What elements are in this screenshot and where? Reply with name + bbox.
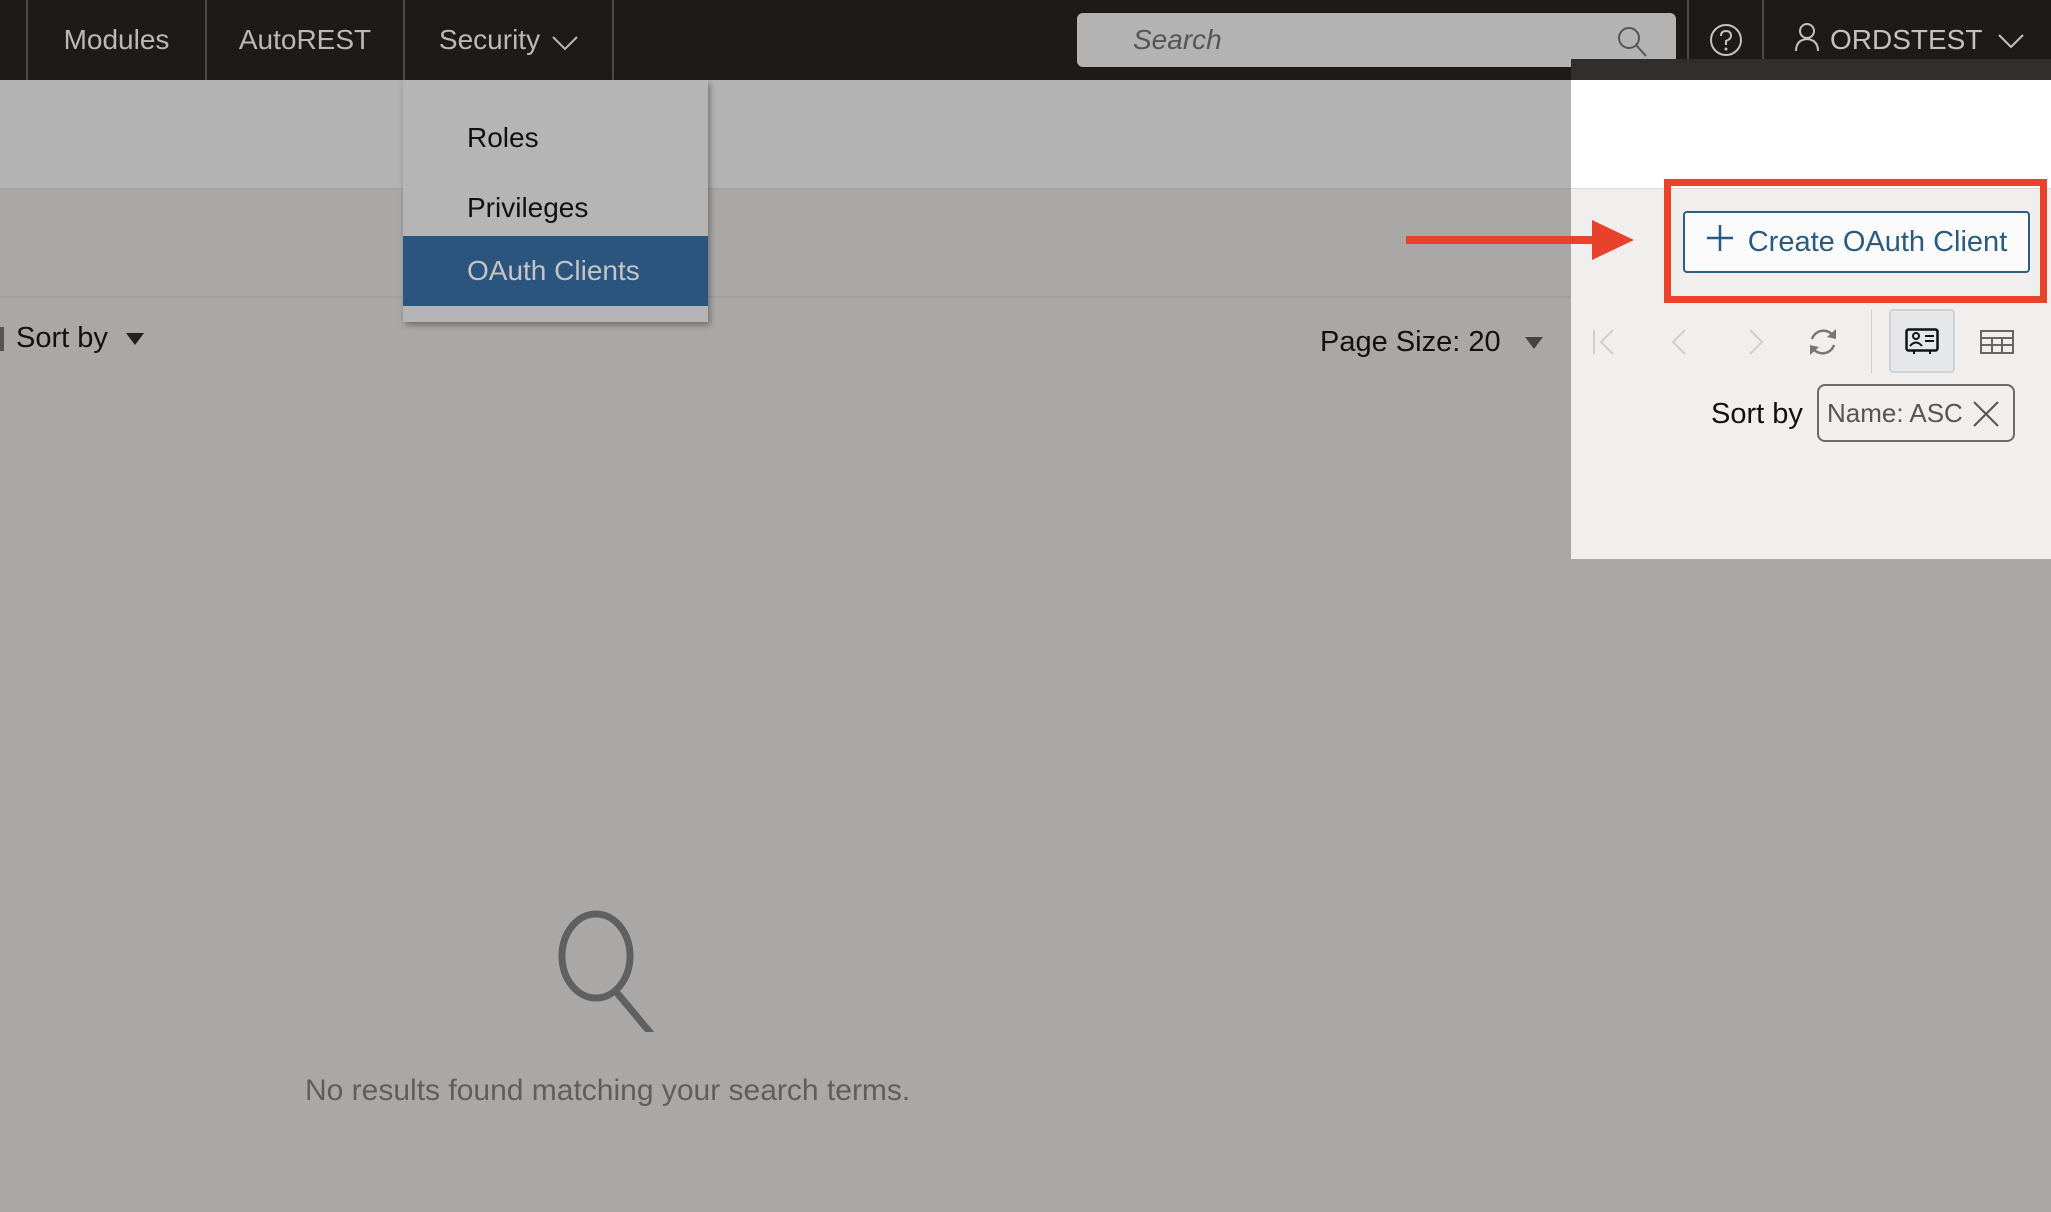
help-icon [1709,24,1742,56]
user-name: ORDSTEST [1830,24,1983,55]
caret-down-icon [125,333,144,346]
empty-state-message: No results found matching your search te… [305,1074,911,1107]
nav-security-label: Security [438,24,541,55]
refresh-icon [1810,329,1836,355]
card-view-icon [1905,328,1939,354]
card-view-button[interactable] [1889,309,1955,373]
annotation-highlight-box [1664,179,2047,303]
nav-autorest[interactable]: AutoREST [207,0,403,80]
next-page-button[interactable] [1733,322,1779,362]
sort-by-label-right: Sort by [1711,398,1803,430]
user-icon [1794,22,1820,59]
search-placeholder: Search [1133,24,1222,55]
menu-item-roles[interactable]: Roles [403,103,708,173]
filter-edge-icon [0,327,4,352]
security-dropdown-menu: Roles Privileges OAuth Clients [403,80,708,322]
user-menu[interactable]: ORDSTEST [1764,0,2025,80]
menu-item-privileges[interactable]: Privileges [403,173,708,243]
page-size-label: Page Size: 20 [1320,326,1501,358]
previous-page-button[interactable] [1656,322,1702,362]
close-icon[interactable] [1971,399,2001,436]
menu-item-oauth-clients[interactable]: OAuth Clients [403,236,708,306]
highlighted-panel [1571,59,2051,559]
caret-down-icon [1524,337,1543,350]
chevron-down-icon [552,2,578,82]
nav-modules[interactable]: Modules [28,0,205,80]
refresh-button[interactable] [1800,322,1846,362]
help-button[interactable] [1689,0,1762,80]
table-view-button[interactable] [1972,320,2022,364]
nav-security[interactable]: Security [405,0,612,80]
first-page-button[interactable] [1582,322,1628,362]
annotation-arrow-icon [1404,218,1636,267]
view-divider [1871,309,1872,373]
chevron-right-icon [1749,329,1764,355]
sort-by-label: Sort by [16,322,108,354]
first-page-icon [1593,329,1614,355]
nav-divider [612,0,614,80]
page-size-dropdown[interactable]: Page Size: 20 [1320,322,1543,362]
chevron-left-icon [1671,329,1686,355]
sort-chip[interactable]: Name: ASC [1817,384,2015,442]
sort-chip-label: Name: ASC [1827,397,1963,428]
search-icon[interactable] [1616,25,1648,62]
sort-by-dropdown[interactable]: Sort by [0,318,144,358]
header-highlight [1571,80,2051,188]
table-view-icon [1980,330,2014,354]
empty-search-icon [538,902,668,1046]
chevron-down-icon [1998,24,2025,56]
